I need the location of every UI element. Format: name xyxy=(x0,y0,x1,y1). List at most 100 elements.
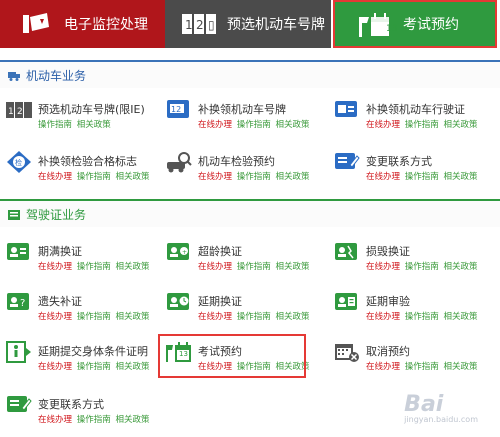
license-item-cancel-booking[interactable]: 取消预约 在线办理 操作指南 相关政策 xyxy=(334,340,494,384)
item-title: 补换领机动车号牌 xyxy=(198,103,286,116)
online-link[interactable]: 在线办理 xyxy=(198,172,232,182)
defer-renew-icon xyxy=(166,290,192,314)
contact-edit-icon xyxy=(334,150,360,174)
plate-replace-icon: 12 xyxy=(166,98,192,122)
vehicle-item-replace-license[interactable]: 补换领机动车行驶证 在线办理 操作指南 相关政策 xyxy=(334,98,494,142)
policy-link[interactable]: 相关政策 xyxy=(115,172,149,182)
license-item-change-contact[interactable]: 变更联系方式 在线办理 操作指南 相关政策 xyxy=(6,393,156,437)
tab-electronic-monitoring[interactable]: 电子监控处理 xyxy=(0,0,165,48)
section-title: 机动车业务 xyxy=(26,68,87,83)
guide-link[interactable]: 操作指南 xyxy=(237,172,271,182)
watermark: Bai jingyan.baidu.com xyxy=(404,392,478,424)
damage-renew-icon xyxy=(334,240,360,264)
online-link[interactable]: 在线办理 xyxy=(366,120,400,130)
vehicle-item-replace-plate[interactable]: 12 补换领机动车号牌 在线办理 操作指南 相关政策 xyxy=(166,98,316,142)
policy-link[interactable]: 相关政策 xyxy=(443,362,477,372)
license-item-damage-renew[interactable]: 损毁换证 在线办理 操作指南 相关政策 xyxy=(334,240,494,284)
online-link[interactable]: 在线办理 xyxy=(366,172,400,182)
policy-link[interactable]: 相关政策 xyxy=(275,172,309,182)
svg-text:2: 2 xyxy=(196,18,204,32)
policy-link[interactable]: 相关政策 xyxy=(275,312,309,322)
online-link[interactable]: 在线办理 xyxy=(38,312,72,322)
svg-text:+: + xyxy=(182,249,187,256)
tab-label: 预选机动车号牌 xyxy=(227,17,325,33)
guide-link[interactable]: 操作指南 xyxy=(38,120,72,130)
policy-link[interactable]: 相关政策 xyxy=(115,312,149,322)
tab-label: 电子监控处理 xyxy=(64,17,148,33)
vehicle-item-change-contact[interactable]: 变更联系方式 在线办理 操作指南 相关政策 xyxy=(334,150,494,194)
online-link[interactable]: 在线办理 xyxy=(38,415,72,425)
policy-link[interactable]: 相关政策 xyxy=(443,262,477,272)
cancel-icon xyxy=(334,340,360,364)
guide-link[interactable]: 操作指南 xyxy=(405,262,439,272)
online-link[interactable]: 在线办理 xyxy=(198,120,232,130)
guide-link[interactable]: 操作指南 xyxy=(77,262,111,272)
policy-link[interactable]: 相关政策 xyxy=(115,362,149,372)
policy-link[interactable]: 相关政策 xyxy=(115,262,149,272)
watermark-sub: jingyan.baidu.com xyxy=(404,415,478,424)
online-link[interactable]: 在线办理 xyxy=(38,262,72,272)
guide-link[interactable]: 操作指南 xyxy=(77,415,111,425)
inspection-mark-icon: 检 xyxy=(6,150,32,174)
camera-icon xyxy=(18,10,54,38)
item-title: 延期换证 xyxy=(198,295,242,308)
guide-link[interactable]: 操作指南 xyxy=(405,312,439,322)
online-link[interactable]: 在线办理 xyxy=(366,262,400,272)
item-title: 超龄换证 xyxy=(198,245,242,258)
license-item-expiry-renew[interactable]: 期满换证 在线办理 操作指南 相关政策 xyxy=(6,240,156,284)
online-link[interactable]: 在线办理 xyxy=(38,172,72,182)
vehicle-item-inspection-mark[interactable]: 检 补换领检验合格标志 在线办理 操作指南 相关政策 xyxy=(6,150,156,194)
guide-link[interactable]: 操作指南 xyxy=(77,312,111,322)
tab-preselect-plate[interactable]: 1 2 ▯ 预选机动车号牌 xyxy=(165,0,331,48)
guide-link[interactable]: 操作指南 xyxy=(405,362,439,372)
calendar-badge: 13 xyxy=(386,24,398,34)
item-title: 变更联系方式 xyxy=(38,398,104,411)
policy-link[interactable]: 相关政策 xyxy=(77,120,111,130)
policy-link[interactable]: 相关政策 xyxy=(443,120,477,130)
guide-link[interactable]: 操作指南 xyxy=(77,172,111,182)
tab-exam-booking[interactable]: 13 考试预约 xyxy=(333,0,497,48)
tab-label: 考试预约 xyxy=(403,17,459,33)
item-title: 延期审验 xyxy=(366,295,410,308)
license-item-age-renew[interactable]: + 超龄换证 在线办理 操作指南 相关政策 xyxy=(166,240,316,284)
svg-text:12: 12 xyxy=(171,105,181,114)
guide-link[interactable]: 操作指南 xyxy=(405,172,439,182)
guide-link[interactable]: 操作指南 xyxy=(405,120,439,130)
health-icon xyxy=(6,340,32,364)
guide-link[interactable]: 操作指南 xyxy=(237,312,271,322)
online-link[interactable]: 在线办理 xyxy=(366,362,400,372)
vehicle-item-preselect-plate[interactable]: 12 预选机动车号牌(限IE) 操作指南 相关政策 xyxy=(6,98,156,142)
car-inspect-icon xyxy=(166,150,192,174)
item-title: 补换领检验合格标志 xyxy=(38,155,137,168)
guide-link[interactable]: 操作指南 xyxy=(237,262,271,272)
policy-link[interactable]: 相关政策 xyxy=(275,120,309,130)
online-link[interactable]: 在线办理 xyxy=(198,262,232,272)
online-link[interactable]: 在线办理 xyxy=(366,312,400,322)
item-title: 延期提交身体条件证明 xyxy=(38,345,148,358)
policy-link[interactable]: 相关政策 xyxy=(275,262,309,272)
card-icon xyxy=(8,209,20,220)
guide-link[interactable]: 操作指南 xyxy=(77,362,111,372)
watermark-main: Bai xyxy=(404,392,444,417)
license-item-defer-review[interactable]: 延期审验 在线办理 操作指南 相关政策 xyxy=(334,290,494,334)
renew-icon xyxy=(6,240,32,264)
item-title: 遗失补证 xyxy=(38,295,82,308)
policy-link[interactable]: 相关政策 xyxy=(443,312,477,322)
item-title: 取消预约 xyxy=(366,345,410,358)
guide-link[interactable]: 操作指南 xyxy=(237,120,271,130)
svg-text:▯: ▯ xyxy=(208,18,215,32)
contact-edit-icon xyxy=(6,393,32,417)
online-link[interactable]: 在线办理 xyxy=(198,312,232,322)
online-link[interactable]: 在线办理 xyxy=(38,362,72,372)
license-item-health-proof[interactable]: 延期提交身体条件证明 在线办理 操作指南 相关政策 xyxy=(6,340,156,384)
license-item-defer-renew[interactable]: 延期换证 在线办理 操作指南 相关政策 xyxy=(166,290,316,334)
vehicle-item-inspection-booking[interactable]: 机动车检验预约 在线办理 操作指南 相关政策 xyxy=(166,150,316,194)
policy-link[interactable]: 相关政策 xyxy=(443,172,477,182)
svg-text:1: 1 xyxy=(8,107,14,117)
plate-icon: 12 xyxy=(6,98,32,122)
license-item-lost-reissue[interactable]: ? 遗失补证 在线办理 操作指南 相关政策 xyxy=(6,290,156,334)
svg-text:检: 检 xyxy=(15,158,22,167)
plate-icon: 1 2 ▯ xyxy=(181,10,217,38)
policy-link[interactable]: 相关政策 xyxy=(115,415,149,425)
license-replace-icon xyxy=(334,98,360,122)
